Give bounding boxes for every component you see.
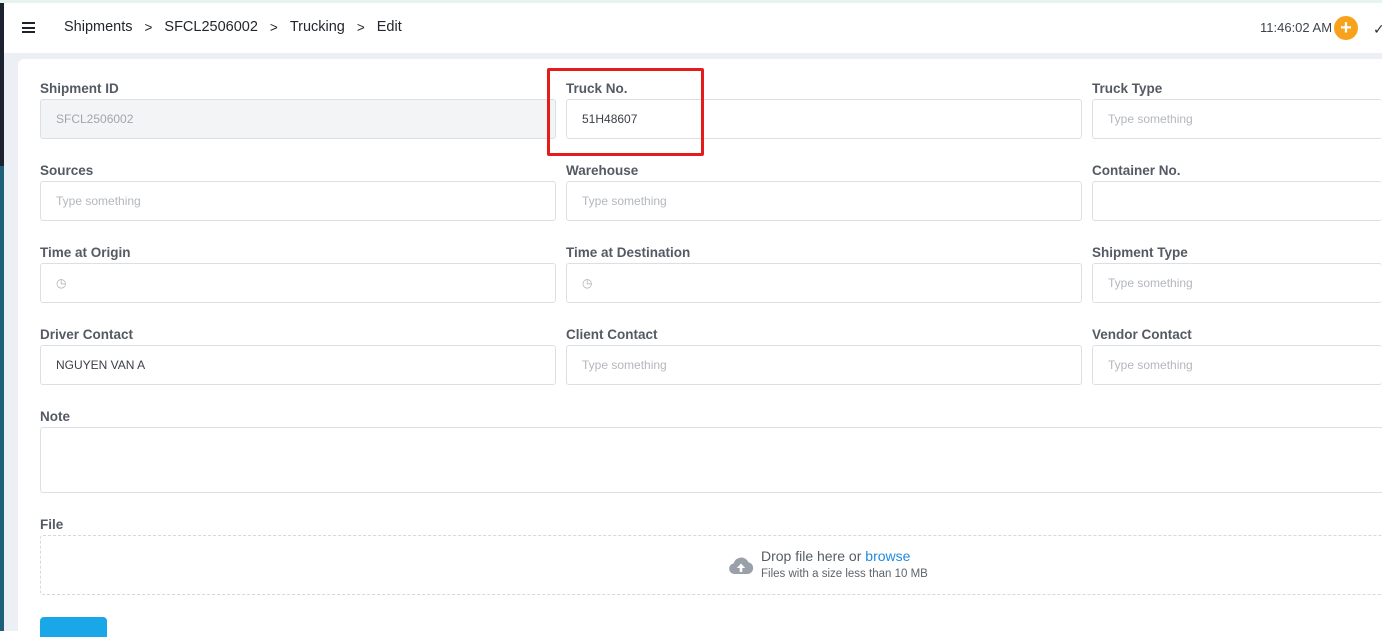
sources-input[interactable]: Type something [40, 181, 556, 221]
sources-placeholder: Type something [56, 194, 141, 208]
top-header: Shipments > SFCL2506002 > Trucking > Edi… [4, 3, 1382, 53]
client-contact-input[interactable]: Type something [566, 345, 1082, 385]
clock-display: 11:46:02 AM [1260, 20, 1333, 35]
container-no-input[interactable] [1092, 181, 1382, 221]
file-size-hint: Files with a size less than 10 MB [761, 568, 928, 580]
truck-no-value: 51H48607 [582, 112, 638, 126]
breadcrumb-separator: > [269, 19, 278, 35]
driver-contact-label: Driver Contact [40, 327, 134, 342]
shipment-type-input[interactable]: Type something [1092, 263, 1382, 303]
vendor-contact-placeholder: Type something [1108, 358, 1193, 372]
client-contact-label: Client Contact [566, 327, 658, 342]
drop-instructions: Drop file here or browse [761, 548, 910, 564]
breadcrumb-trucking[interactable]: Trucking [290, 19, 345, 35]
shipment-type-label: Shipment Type [1092, 245, 1188, 260]
note-label: Note [40, 409, 70, 424]
breadcrumb-edit: Edit [376, 19, 402, 35]
sources-label: Sources [40, 163, 94, 178]
vendor-contact-input[interactable]: Type something [1092, 345, 1382, 385]
shipment-id-input: SFCL2506002 [40, 99, 556, 139]
clock-icon: ◷ [582, 276, 593, 290]
cloud-upload-icon [729, 557, 754, 574]
submit-button[interactable] [40, 617, 107, 637]
time-origin-label: Time at Origin [40, 245, 131, 260]
shipment-id-label: Shipment ID [40, 81, 119, 96]
browse-link[interactable]: browse [865, 548, 910, 564]
truck-type-label: Truck Type [1092, 81, 1163, 96]
truck-type-placeholder: Type something [1108, 112, 1193, 126]
breadcrumb-shipment-id[interactable]: SFCL2506002 [164, 19, 258, 35]
file-label: File [40, 517, 64, 532]
shipment-id-value: SFCL2506002 [56, 112, 134, 126]
time-destination-label: Time at Destination [566, 245, 691, 260]
add-button[interactable]: + [1334, 16, 1358, 40]
clock-icon: ◷ [56, 276, 67, 290]
vendor-contact-label: Vendor Contact [1092, 327, 1192, 342]
client-contact-placeholder: Type something [582, 358, 667, 372]
time-destination-input[interactable]: ◷ [566, 263, 1082, 303]
driver-contact-input[interactable]: NGUYEN VAN A [40, 345, 556, 385]
drop-text: Drop file here or [761, 548, 862, 564]
file-dropzone[interactable]: Drop file here or browse Files with a si… [40, 535, 1382, 595]
warehouse-placeholder: Type something [582, 194, 667, 208]
truck-no-input[interactable]: 51H48607 [566, 99, 1082, 139]
time-origin-input[interactable]: ◷ [40, 263, 556, 303]
menu-icon[interactable] [22, 22, 35, 33]
truck-no-label: Truck No. [566, 81, 628, 96]
container-no-label: Container No. [1092, 163, 1181, 178]
truck-type-input[interactable]: Type something [1092, 99, 1382, 139]
check-icon[interactable]: ✓ [1373, 21, 1382, 38]
breadcrumb: Shipments > SFCL2506002 > Trucking > Edi… [64, 19, 402, 35]
breadcrumb-shipments[interactable]: Shipments [64, 19, 133, 35]
driver-contact-value: NGUYEN VAN A [56, 358, 146, 372]
breadcrumb-separator: > [144, 19, 153, 35]
shipment-type-placeholder: Type something [1108, 276, 1193, 290]
breadcrumb-separator: > [356, 19, 365, 35]
warehouse-label: Warehouse [566, 163, 639, 178]
note-textarea[interactable] [40, 427, 1382, 493]
warehouse-input[interactable]: Type something [566, 181, 1082, 221]
